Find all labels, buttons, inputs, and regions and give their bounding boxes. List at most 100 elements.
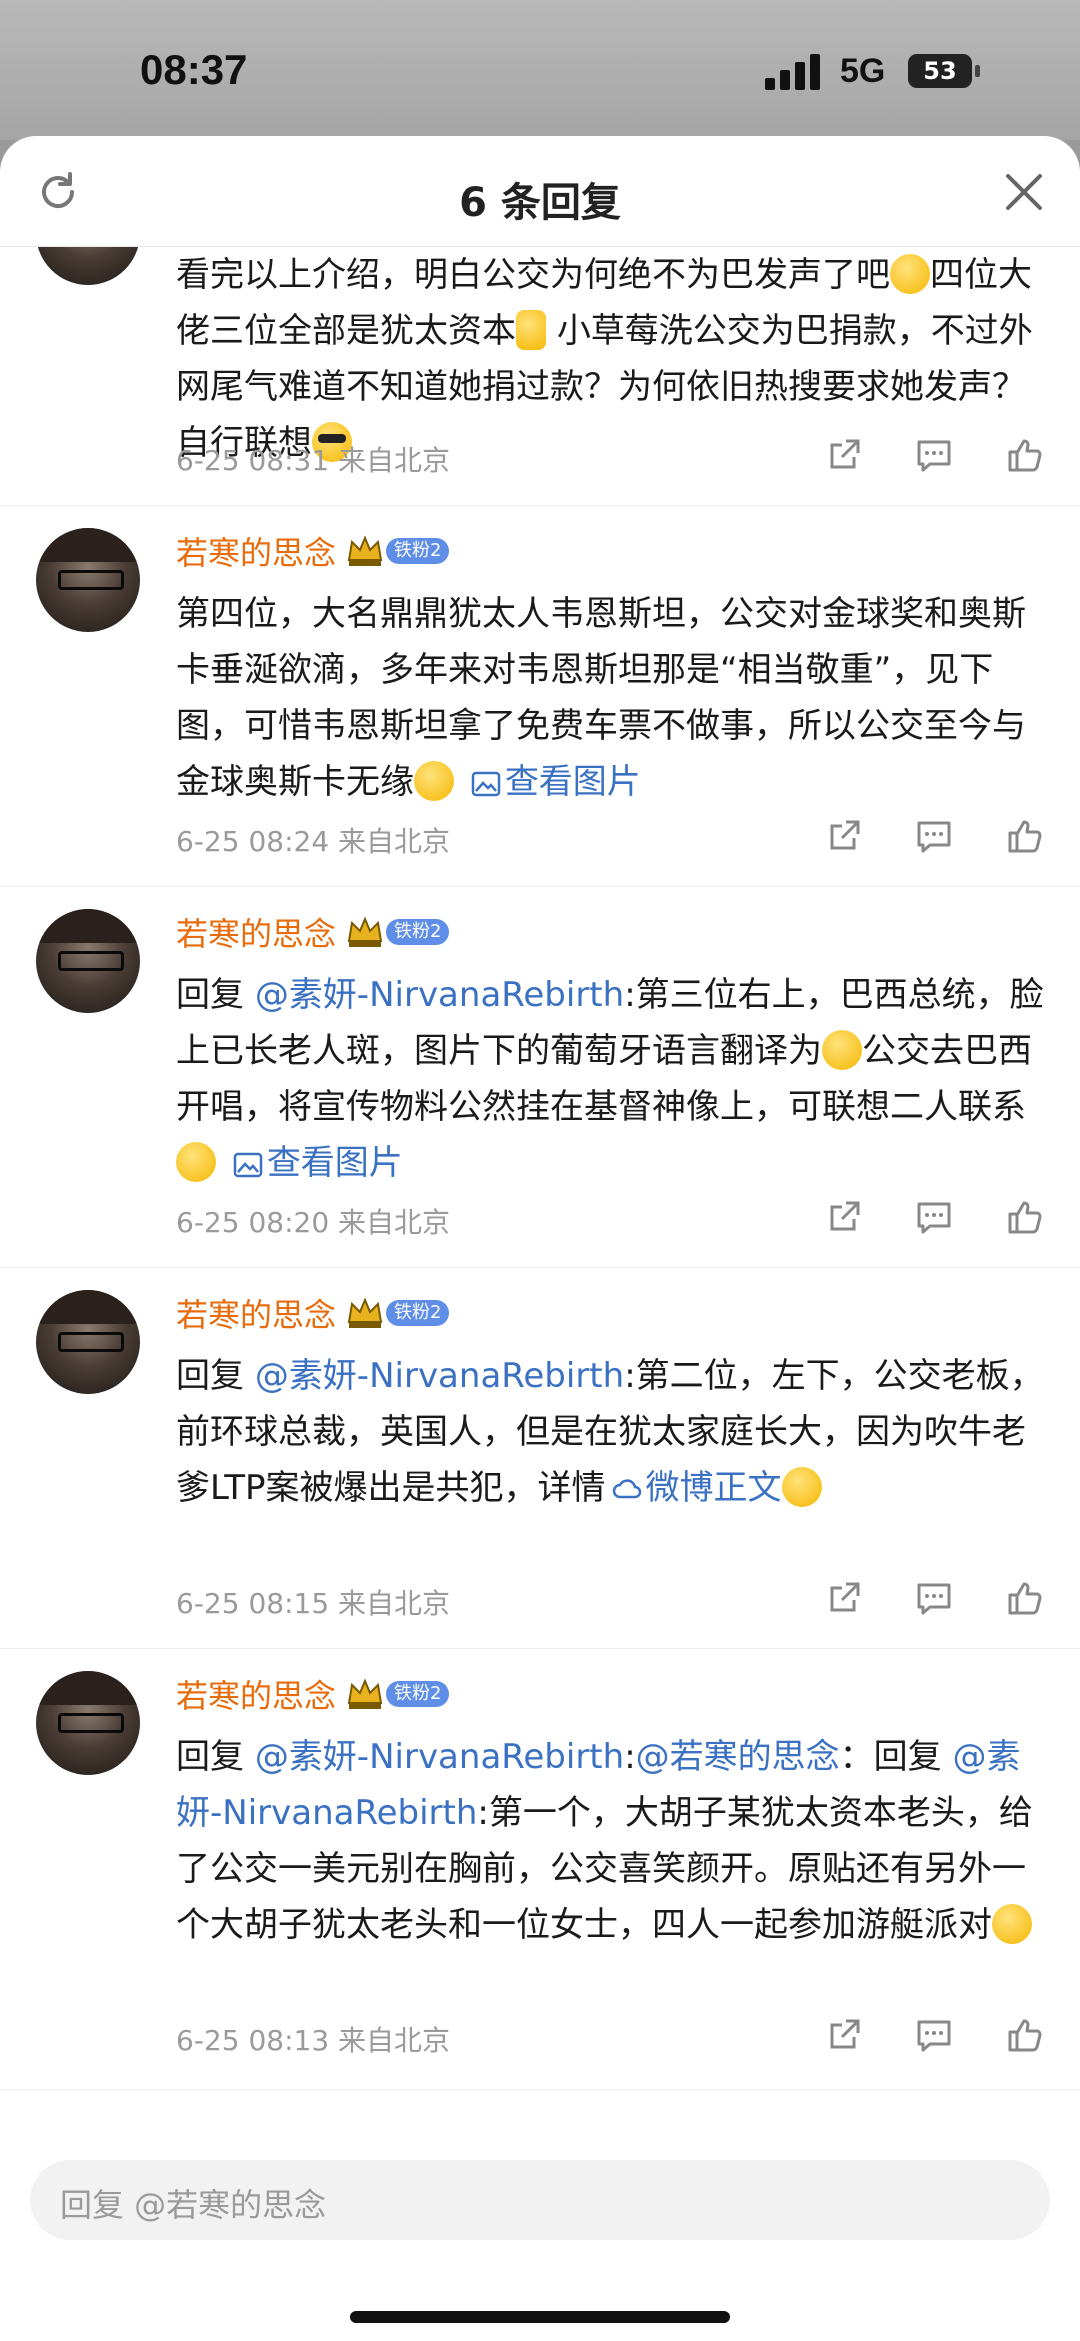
- reply-prefix: 回复: [176, 975, 244, 1015]
- thinking-emoji-icon: [781, 1467, 822, 1507]
- mention-link[interactable]: @素妍-NirvanaRebirth: [255, 1737, 624, 1777]
- share-icon[interactable]: [824, 435, 864, 475]
- reply-location: 来自北京: [338, 825, 451, 858]
- like-icon[interactable]: [1004, 1578, 1044, 1618]
- like-icon[interactable]: [1004, 2015, 1044, 2055]
- view-image-link[interactable]: 查看图片: [227, 1143, 403, 1183]
- thumbs-up-emoji-icon: [516, 310, 546, 350]
- reply-body: 回复 @素妍-NirvanaRebirth:第二位，左下，公交老板，前环球总裁，…: [176, 1348, 1048, 1516]
- share-icon[interactable]: [824, 1578, 864, 1618]
- reply-prefix: 回复: [176, 1356, 244, 1396]
- weibo-text-link[interactable]: 微博正文: [606, 1468, 782, 1508]
- image-icon: [471, 771, 501, 797]
- reply-item: 若寒的思念 铁粉2 回复 @素妍-NirvanaRebirth:@若寒的思念：回…: [0, 1649, 1080, 2090]
- reply-actions: [824, 816, 1044, 856]
- home-indicator[interactable]: [350, 2311, 730, 2323]
- reply-body: 回复 @素妍-NirvanaRebirth:@若寒的思念：回复 @素妍-Nirv…: [176, 1737, 1033, 1945]
- crown-icon: [347, 535, 383, 566]
- username[interactable]: 若寒的思念: [176, 1290, 336, 1336]
- thinking-emoji-icon: [822, 1030, 862, 1070]
- reply-list: 看完以上介绍，明白公交为何绝不为巴发声了吧 四位大佬三位全部是犹太资本 小草莓洗公…: [0, 247, 1080, 2237]
- status-time: 08:37: [140, 46, 248, 93]
- thinking-emoji-icon: [890, 254, 930, 294]
- status-bar: 08:37 5G 53: [0, 0, 1080, 140]
- mention-link[interactable]: @若寒的思念: [636, 1737, 840, 1777]
- network-type: 5G: [840, 52, 886, 90]
- crown-icon: [347, 916, 383, 947]
- reply-item: 若寒的思念 铁粉2 回复 @素妍-NirvanaRebirth:第二位，左下，公…: [0, 1268, 1080, 1649]
- reply-prefix: ：回复: [839, 1737, 942, 1777]
- link-label: 查看图片: [266, 1143, 403, 1183]
- avatar[interactable]: [36, 909, 140, 1013]
- user-row: 若寒的思念 铁粉2: [176, 528, 450, 574]
- avatar[interactable]: [36, 1671, 140, 1775]
- reply-input[interactable]: 回复 @若寒的思念: [30, 2160, 1050, 2240]
- fan-badge: 铁粉2: [386, 538, 450, 564]
- reply-body: 第四位，大名鼎鼎犹太人韦恩斯坦，公交对金球奖和奥斯卡垂涎欲滴，多年来对韦恩斯坦那…: [176, 586, 1048, 810]
- reply-prefix: 回复: [176, 1737, 244, 1777]
- reply-time: 6-25 08:24: [176, 825, 330, 858]
- fan-badge: 铁粉2: [386, 1300, 450, 1326]
- reply-item: 看完以上介绍，明白公交为何绝不为巴发声了吧 四位大佬三位全部是犹太资本 小草莓洗公…: [0, 247, 1080, 506]
- like-icon[interactable]: [1004, 435, 1044, 475]
- thinking-emoji-icon: [992, 1904, 1032, 1944]
- link-label: 微博正文: [645, 1468, 782, 1508]
- fan-badge: 铁粉2: [386, 1681, 450, 1707]
- user-row: 若寒的思念 铁粉2: [176, 909, 450, 955]
- reply-location: 来自北京: [338, 2024, 451, 2057]
- comment-icon[interactable]: [914, 1578, 954, 1618]
- reply-item: 若寒的思念 铁粉2 回复 @素妍-NirvanaRebirth:第三位右上，巴西…: [0, 887, 1080, 1268]
- replies-sheet: 6 条回复 看完以上介绍，明白公交为何绝不为巴发声了吧 四位大佬三位全部是犹太资本…: [0, 136, 1080, 2341]
- comment-icon[interactable]: [914, 1197, 954, 1237]
- reply-time: 6-25 08:13: [176, 2024, 330, 2057]
- reply-meta: 6-25 08:20 来自北京: [176, 1201, 450, 1241]
- reply-actions: [824, 1197, 1044, 1237]
- signal-icon: [765, 54, 823, 90]
- like-icon[interactable]: [1004, 816, 1044, 856]
- username[interactable]: 若寒的思念: [176, 1671, 336, 1717]
- reply-body: 回复 @素妍-NirvanaRebirth:第三位右上，巴西总统，脸上已长老人斑…: [176, 967, 1048, 1191]
- grin-emoji-icon: [176, 1142, 216, 1182]
- reply-meta: 6-25 08:31 来自北京: [176, 439, 450, 479]
- reply-item: 若寒的思念 铁粉2 第四位，大名鼎鼎犹太人韦恩斯坦，公交对金球奖和奥斯卡垂涎欲滴…: [0, 506, 1080, 887]
- sheet-header: 6 条回复: [0, 136, 1080, 247]
- mention-link[interactable]: @素妍-NirvanaRebirth: [255, 975, 624, 1015]
- reply-location: 来自北京: [338, 1587, 451, 1620]
- share-icon[interactable]: [824, 816, 864, 856]
- close-icon[interactable]: [1002, 170, 1046, 214]
- laughing-emoji-icon: [414, 761, 454, 801]
- avatar[interactable]: [36, 247, 140, 285]
- reply-location: 来自北京: [338, 444, 451, 477]
- reply-meta: 6-25 08:13 来自北京: [176, 2019, 450, 2059]
- user-row: 若寒的思念 铁粉2: [176, 1290, 450, 1336]
- image-icon: [233, 1152, 263, 1178]
- comment-icon[interactable]: [914, 816, 954, 856]
- reply-actions: [824, 2015, 1044, 2055]
- share-icon[interactable]: [824, 1197, 864, 1237]
- reply-meta: 6-25 08:24 来自北京: [176, 820, 450, 860]
- fan-badge: 铁粉2: [386, 919, 450, 945]
- like-icon[interactable]: [1004, 1197, 1044, 1237]
- reply-actions: [824, 435, 1044, 475]
- reply-time: 6-25 08:31: [176, 444, 330, 477]
- battery-icon: 53: [908, 54, 980, 88]
- reply-meta: 6-25 08:15 来自北京: [176, 1582, 450, 1622]
- reply-text: 看完以上介绍，明白公交为何绝不为巴发声了吧: [176, 255, 890, 295]
- view-image-link[interactable]: 查看图片: [465, 762, 641, 802]
- crown-icon: [347, 1678, 383, 1709]
- crown-icon: [347, 1297, 383, 1328]
- reply-placeholder: 回复 @若寒的思念: [60, 2186, 327, 2224]
- link-label: 查看图片: [504, 762, 641, 802]
- page-title: 6 条回复: [459, 180, 621, 226]
- avatar[interactable]: [36, 528, 140, 632]
- mention-link[interactable]: @素妍-NirvanaRebirth: [255, 1356, 624, 1396]
- reply-time: 6-25 08:15: [176, 1587, 330, 1620]
- username[interactable]: 若寒的思念: [176, 909, 336, 955]
- share-icon[interactable]: [824, 2015, 864, 2055]
- username[interactable]: 若寒的思念: [176, 528, 336, 574]
- comment-icon[interactable]: [914, 435, 954, 475]
- avatar[interactable]: [36, 1290, 140, 1394]
- comment-icon[interactable]: [914, 2015, 954, 2055]
- user-row: 若寒的思念 铁粉2: [176, 1671, 450, 1717]
- reply-actions: [824, 1578, 1044, 1618]
